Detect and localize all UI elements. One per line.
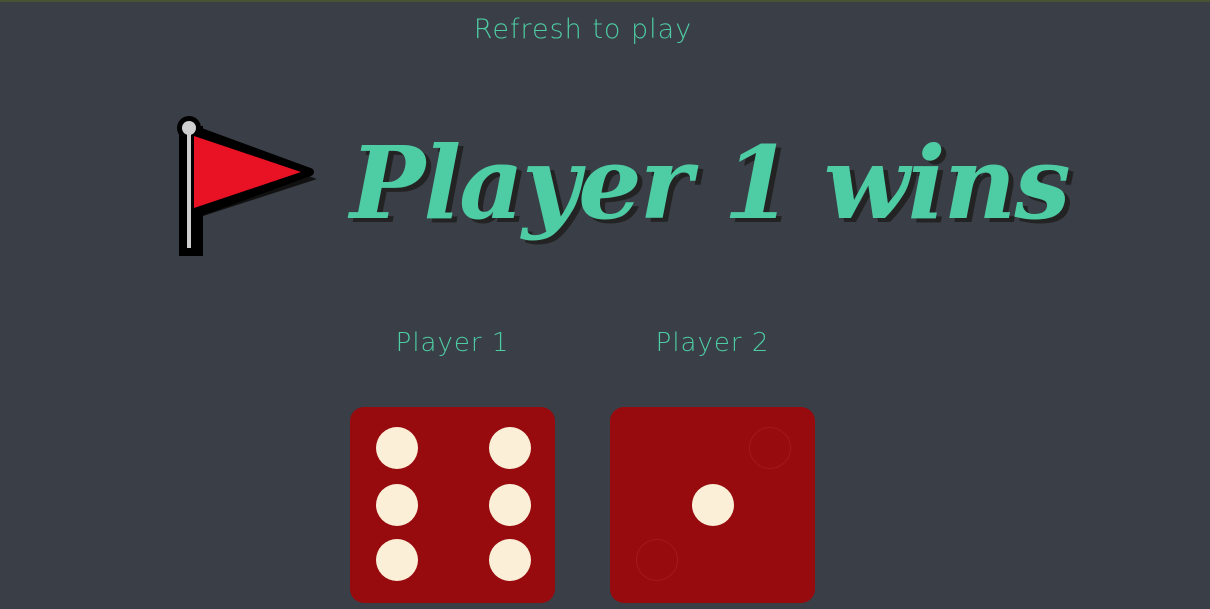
refresh-instruction: Refresh to play — [473, 14, 693, 45]
player-2-label: Player 2 — [655, 328, 770, 358]
die-pip — [376, 484, 418, 526]
die-pip — [489, 539, 531, 581]
top-border — [0, 0, 1210, 2]
die-pip-ghost — [749, 427, 791, 469]
die-pip — [489, 427, 531, 469]
player-2-die — [610, 407, 815, 603]
die-pip-ghost — [636, 539, 678, 581]
player-1-die — [350, 407, 555, 603]
die-pip — [376, 427, 418, 469]
red-flag-icon — [177, 116, 317, 256]
die-pip — [376, 539, 418, 581]
player-1-label: Player 1 — [395, 328, 510, 358]
die-pip — [489, 484, 531, 526]
winner-title: Player 1 wins — [350, 124, 1071, 242]
die-pip — [692, 484, 734, 526]
